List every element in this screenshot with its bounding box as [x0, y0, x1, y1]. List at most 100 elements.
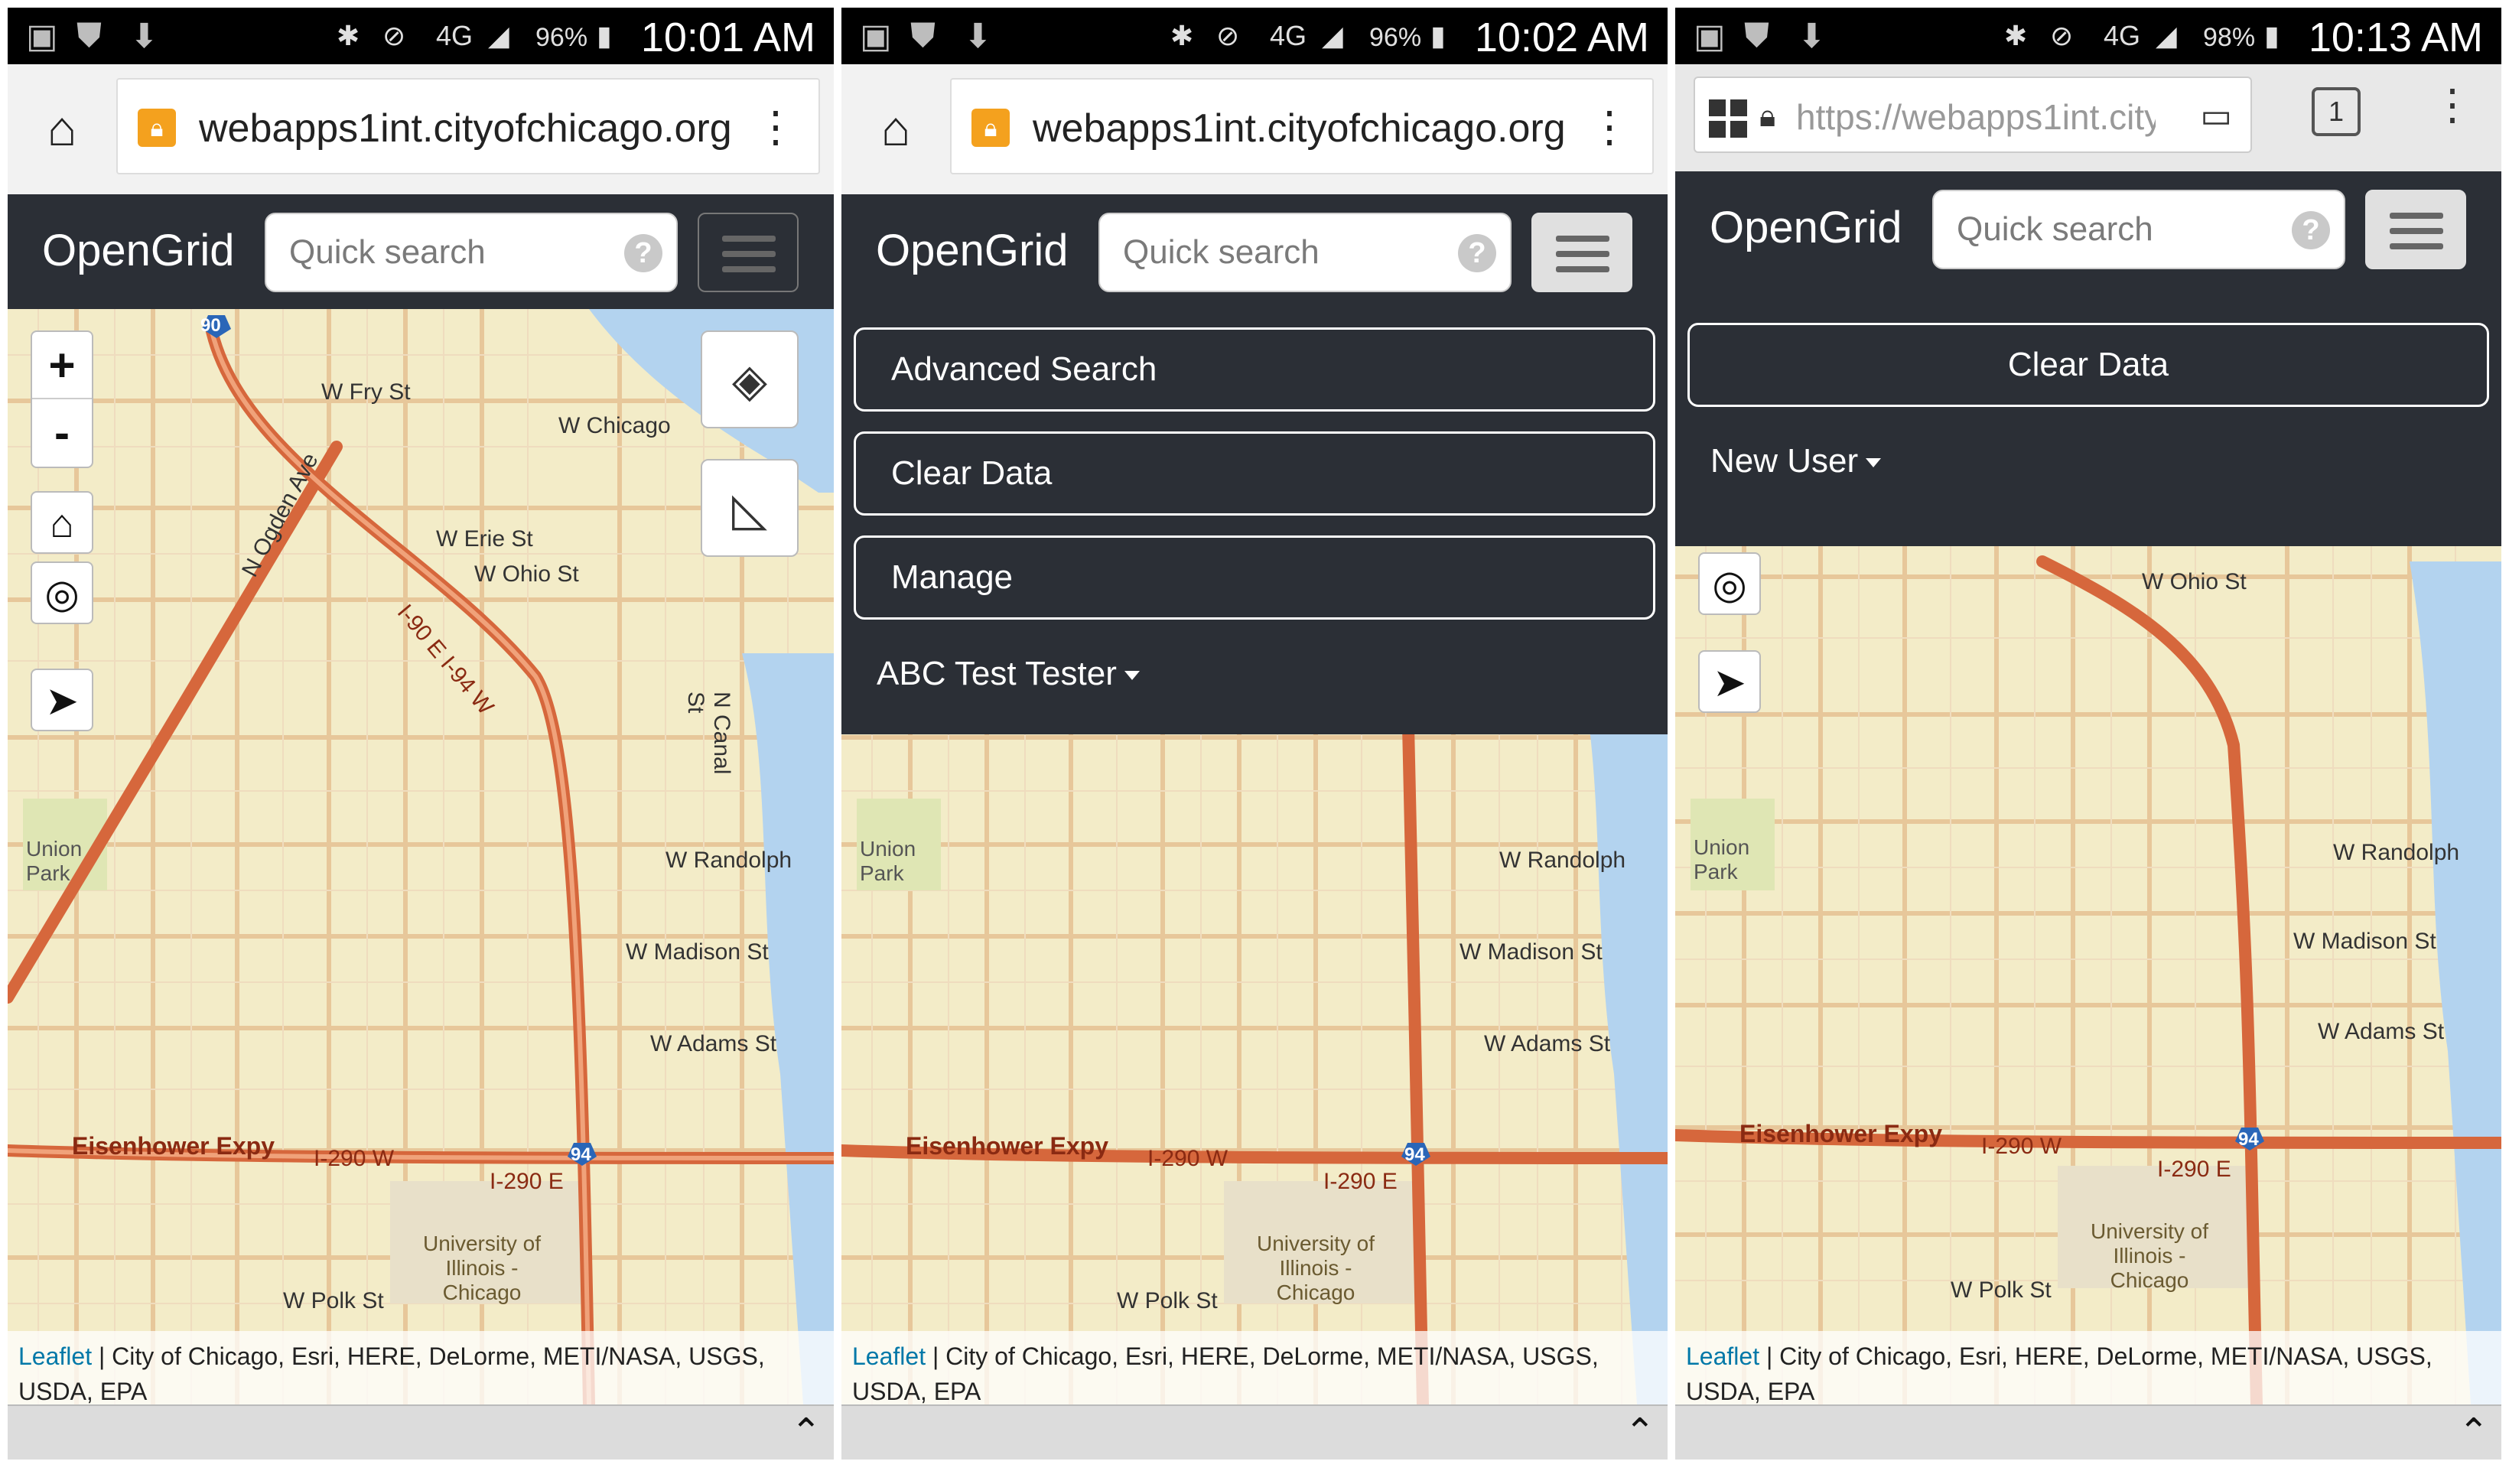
bluetooth-icon: ✱ — [1170, 20, 1194, 51]
bluetooth-icon: ✱ — [2004, 20, 2028, 51]
home-icon[interactable]: ⌂ — [28, 98, 96, 159]
chevron-up-icon[interactable]: ⌃ — [1625, 1411, 1655, 1453]
map-label: W Ohio St — [474, 561, 579, 587]
search-input[interactable] — [289, 229, 610, 275]
help-icon[interactable]: ? — [1458, 234, 1496, 272]
leaflet-link[interactable]: Leaflet — [852, 1342, 926, 1370]
home-icon[interactable]: ⌂ — [861, 98, 930, 159]
bottom-panel[interactable]: ⌃ — [841, 1404, 1668, 1460]
battery-percent: 98% — [2203, 23, 2256, 52]
hamburger-icon — [2390, 213, 2443, 219]
address-bar[interactable]: 🔒︎ webapps1int.cityofchicago.org ⋮ — [950, 78, 1654, 174]
map-label: Eisenhower Expy — [1739, 1120, 1942, 1147]
map-label: I-290 E — [2157, 1157, 2231, 1182]
help-icon[interactable]: ? — [624, 234, 662, 272]
mute-icon: ⊘ — [2050, 20, 2074, 51]
url-text: webapps1int.cityofchicago.org — [1033, 106, 1566, 151]
chevron-up-icon[interactable]: ⌃ — [791, 1411, 822, 1453]
status-bar: ▣ ⛊ ⬇ ✱ ⊘ 4G ◢ 96% ▮ 10:02 AM — [841, 8, 1668, 64]
leaflet-link[interactable]: Leaflet — [18, 1342, 92, 1370]
map-label: N Canal St — [683, 692, 734, 775]
overflow-menu-icon[interactable]: ⋮ — [1588, 103, 1631, 151]
clear-data-button[interactable]: Clear Data — [1687, 323, 2489, 407]
signal-icon: ◢ — [2156, 20, 2177, 51]
status-bar: ▣ ⛊ ⬇ ✱ ⊘ 4G ◢ 98% ▮ 10:13 AM — [1675, 8, 2501, 64]
user-dropdown[interactable]: ABC Test Tester — [854, 639, 1655, 716]
bottom-panel[interactable]: ⌃ — [8, 1404, 834, 1460]
phone-screenshot-menu-open: ▣ ⛊ ⬇ ✱ ⊘ 4G ◢ 96% ▮ 10:02 AM ⌂ 🔒︎ webap… — [841, 0, 1668, 1484]
manage-button[interactable]: Manage — [854, 535, 1655, 620]
map-label: W Ohio St — [2142, 569, 2247, 594]
brand-title[interactable]: OpenGrid — [876, 225, 1068, 276]
apps-grid-icon[interactable] — [1709, 99, 1747, 138]
tab-count: 1 — [2328, 96, 2345, 127]
download-icon: ⬇ — [964, 18, 992, 55]
search-input[interactable] — [1957, 207, 2278, 252]
mute-icon: ⊘ — [1216, 20, 1240, 51]
clear-data-button[interactable]: Clear Data — [854, 431, 1655, 516]
menu-toggle-button[interactable] — [2365, 190, 2466, 269]
map-label: Eisenhower Expy — [72, 1132, 275, 1160]
battery-icon: ▮ — [1430, 20, 1446, 51]
url-text: https://webapps1int.cityofchicago.org — [1796, 97, 2156, 137]
home-icon[interactable]: ⌂ — [31, 491, 93, 554]
clock: 10:13 AM — [2308, 15, 2483, 60]
browser-toolbar: ⌂ 🔒︎ webapps1int.cityofchicago.org ⋮ — [841, 64, 1668, 194]
brand-title[interactable]: OpenGrid — [42, 225, 234, 276]
brand-title[interactable]: OpenGrid — [1710, 202, 1902, 253]
map-label: W Polk St — [1117, 1288, 1218, 1313]
network-type-label: 4G — [436, 20, 473, 51]
shield-90-label: 90 — [200, 315, 221, 336]
overflow-menu-icon[interactable]: ⋮ — [754, 103, 797, 151]
zoom-in-button[interactable]: + — [32, 332, 92, 399]
hamburger-icon — [1556, 236, 1609, 242]
chevron-up-icon[interactable]: ⌃ — [2459, 1411, 2489, 1453]
phone-screenshot-new-user-menu: ▣ ⛊ ⬇ ✱ ⊘ 4G ◢ 98% ▮ 10:13 AM 🔒︎ https:/… — [1675, 0, 2501, 1484]
menu-toggle-button[interactable] — [698, 213, 799, 292]
search-input[interactable] — [1123, 229, 1444, 275]
lock-icon: 🔒︎ — [138, 109, 176, 147]
map-label: I-290 W — [1147, 1146, 1228, 1171]
map-label: I-290 E — [490, 1169, 564, 1194]
navigation-arrow-icon[interactable]: ➤ — [1698, 650, 1761, 713]
layers-icon[interactable]: ◈ — [701, 330, 799, 428]
menu-toggle-button[interactable] — [1531, 213, 1632, 292]
map-attribution: Leaflet | City of Chicago, Esri, HERE, D… — [8, 1331, 834, 1404]
map-label: W Chicago — [558, 413, 671, 438]
tab-switcher-button[interactable]: 1 — [2312, 87, 2361, 136]
overflow-menu-icon[interactable]: ⋮ — [2431, 80, 2474, 130]
map-label: W Polk St — [1951, 1277, 2052, 1303]
shield-notification-icon: ⛊ — [1744, 17, 1769, 54]
leaflet-link[interactable]: Leaflet — [1686, 1342, 1759, 1370]
map-label: W Adams St — [1484, 1031, 1611, 1056]
zoom-out-button[interactable]: - — [32, 399, 92, 467]
user-name: ABC Test Tester — [877, 655, 1117, 692]
phone-screenshot-map-view: ▣ ⛊ ⬇ ✱ ⊘ 4G ◢ 96% ▮ 10:01 AM ⌂ 🔒︎ webap… — [8, 0, 834, 1484]
app-navbar: OpenGrid ? — [8, 194, 834, 309]
map-view[interactable]: 90 94 W Fry St W Chicago W Erie St W Ohi… — [8, 309, 834, 1404]
navigation-arrow-icon[interactable]: ➤ — [31, 669, 93, 731]
user-dropdown[interactable]: New User — [1687, 427, 2489, 503]
nav-dropdown-menu: Clear Data New User — [1675, 286, 2501, 546]
target-icon[interactable]: ◎ — [1698, 552, 1761, 615]
zoom-control: + - — [31, 330, 93, 468]
shield-94-label: 94 — [2238, 1129, 2259, 1150]
map-label: W Fry St — [321, 379, 411, 405]
reader-mode-icon[interactable]: ▭ — [2200, 96, 2232, 135]
caret-down-icon — [1866, 458, 1882, 468]
help-icon[interactable]: ? — [2292, 211, 2330, 249]
map-label: I-290 E — [1323, 1169, 1398, 1194]
map-label: Union Park — [860, 837, 916, 885]
map-label: W Madison St — [626, 939, 769, 965]
map-label: W Erie St — [436, 526, 533, 552]
address-bar[interactable]: 🔒︎ https://webapps1int.cityofchicago.org… — [1694, 76, 2252, 153]
ruler-triangle-icon[interactable]: ◺ — [701, 459, 799, 557]
address-bar[interactable]: 🔒︎ webapps1int.cityofchicago.org ⋮ — [116, 78, 820, 174]
bottom-panel[interactable]: ⌃ — [1675, 1404, 2501, 1460]
battery-percent: 96% — [1369, 23, 1422, 52]
hamburger-icon — [722, 236, 776, 242]
image-notification-icon: ▣ — [1694, 18, 1726, 55]
target-icon[interactable]: ◎ — [31, 561, 93, 624]
advanced-search-button[interactable]: Advanced Search — [854, 327, 1655, 412]
map-attribution: Leaflet | City of Chicago, Esri, HERE, D… — [841, 1331, 1668, 1404]
